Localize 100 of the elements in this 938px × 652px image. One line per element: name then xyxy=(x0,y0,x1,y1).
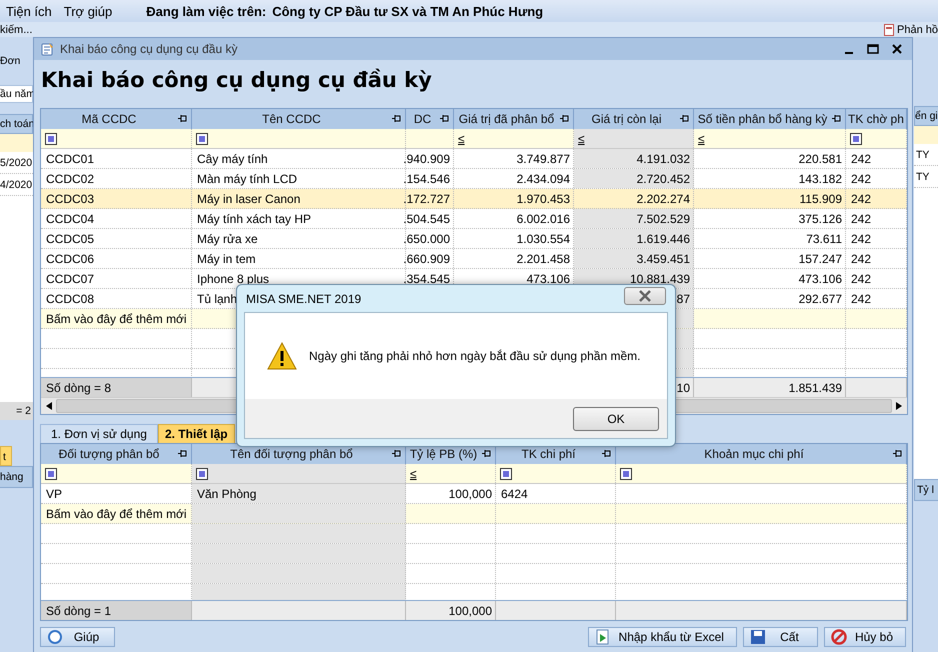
column-header[interactable]: Tên CCDC xyxy=(262,112,321,126)
table-cell: Máy tính xách tay HP xyxy=(197,212,312,226)
table-cell: CCDC08 xyxy=(46,292,94,306)
table-cell: 292.677 xyxy=(798,292,842,306)
filter-operator[interactable]: ≤ xyxy=(698,132,705,146)
pin-icon xyxy=(831,114,842,123)
table-cell: Máy in laser Canon xyxy=(197,192,300,206)
window-title: Khai báo công cụ dụng cụ đầu kỳ xyxy=(60,42,238,56)
table-cell: .650.000 xyxy=(403,232,450,246)
table-cell: 473.106 xyxy=(526,272,570,286)
notepad-icon xyxy=(40,42,54,56)
column-header[interactable]: Mã CCDC xyxy=(82,112,136,126)
table-cell: Iphone 8 plus xyxy=(197,272,270,286)
column-header[interactable]: Đối tượng phân bổ xyxy=(58,447,160,461)
column-header: ển gi xyxy=(914,106,938,126)
ribbon-tab[interactable]: Đơn xyxy=(0,49,33,73)
column-header[interactable]: Giá trị còn lại xyxy=(591,112,662,126)
filter-operator[interactable]: ≤ xyxy=(410,466,417,480)
table-cell: CCDC04 xyxy=(46,212,94,226)
total-value: 1.851.439 xyxy=(788,380,842,394)
table-cell: .154.546 xyxy=(403,172,450,186)
table-cell: 2.201.458 xyxy=(516,252,570,266)
toolbar-button[interactable]: kiếm... xyxy=(0,24,32,36)
dialog-message: Ngày ghi tăng phải nhỏ hơn ngày bắt đầu sử dụng phần mềm. xyxy=(309,349,640,363)
table-cell: CCDC03 xyxy=(46,192,94,206)
column-header[interactable]: DC xyxy=(414,112,432,126)
scroll-right-icon xyxy=(896,402,902,410)
scroll-left-icon xyxy=(46,402,52,410)
spreadsheet-icon xyxy=(594,629,611,645)
menu-item[interactable]: Tiện ích xyxy=(6,4,52,18)
action-button[interactable]: Nhập khẩu từ Excel xyxy=(588,627,737,647)
table-cell: 143.182 xyxy=(798,172,842,186)
tab[interactable]: 1. Đơn vị sử dụng xyxy=(40,424,158,444)
filter-icon xyxy=(500,468,512,480)
add-row-prompt[interactable]: Bấm vào đây để thêm mới xyxy=(46,312,187,326)
table-cell: CCDC06 xyxy=(46,252,94,266)
table-cell: Tủ lạnh xyxy=(197,292,238,306)
filter-operator[interactable]: ≤ xyxy=(458,132,465,146)
filter-icon xyxy=(196,132,208,144)
pin-icon xyxy=(481,449,492,458)
table-cell: 87 xyxy=(676,292,690,306)
table-cell: 3.459.451 xyxy=(636,252,690,266)
close-button[interactable] xyxy=(624,287,666,305)
column-header[interactable]: Tỷ lệ PB (%) xyxy=(410,447,478,461)
table-row[interactable]: CCDC03 Máy in laser Canon .172.727 1.970.453 2.202.274 115.909 242 xyxy=(41,189,907,209)
filter-icon xyxy=(45,468,57,480)
tab[interactable]: t xyxy=(0,446,12,466)
total-value: 10 xyxy=(676,380,690,394)
column-header[interactable]: Số tiền phân bổ hàng kỳ xyxy=(698,112,828,126)
table-cell: CCDC07 xyxy=(46,272,94,286)
table-cell: 100,000 xyxy=(448,486,492,500)
column-header[interactable]: Khoản mục chi phí xyxy=(704,447,804,461)
table-cell: Máy in tem xyxy=(197,252,256,266)
maximize-icon xyxy=(867,44,879,54)
action-button[interactable]: Hủy bỏ xyxy=(824,627,906,647)
warning-icon xyxy=(267,341,297,371)
company-name: Công ty CP Đầu tư SX và TM An Phúc Hưng xyxy=(272,4,544,18)
column-header: hàng xyxy=(0,466,33,488)
ok-button[interactable]: OK xyxy=(573,406,659,430)
table-cell: TY xyxy=(914,144,938,166)
tab[interactable]: 2. Thiết lập xyxy=(158,424,235,444)
filter-cell[interactable]: ≤ xyxy=(406,464,496,483)
filter-icon xyxy=(620,468,632,480)
column-header[interactable]: TK chi phí xyxy=(521,447,576,461)
table-row[interactable]: CCDC05 Máy rửa xe .650.000 1.030.554 1.619.446 73.611 242 xyxy=(41,229,907,249)
table-cell: 242 xyxy=(851,192,872,206)
column-header[interactable]: Tên đối tượng phân bổ xyxy=(230,447,353,461)
table-cell: .504.545 xyxy=(403,212,450,226)
add-row-prompt[interactable]: Bấm vào đây để thêm mới xyxy=(46,506,187,520)
table-cell: 157.247 xyxy=(798,252,842,266)
table-cell: 7.502.529 xyxy=(636,212,690,226)
toolbar-button[interactable]: Phản hồ xyxy=(897,24,938,36)
table-cell: 1.619.446 xyxy=(636,232,690,246)
table-row[interactable]: CCDC04 Máy tính xách tay HP .504.545 6.002.016 7.502.529 375.126 242 xyxy=(41,209,907,229)
table-cell: 242 xyxy=(851,232,872,246)
table-cell: 2.720.452 xyxy=(636,172,690,186)
filter-icon xyxy=(45,132,57,144)
pin-icon xyxy=(601,449,612,458)
table-cell: 242 xyxy=(851,172,872,186)
table-row[interactable]: CCDC01 Cây máy tính .940.909 3.749.877 4.191.032 220.581 242 xyxy=(41,149,907,169)
filter-cell[interactable] xyxy=(192,464,406,483)
filter-cell[interactable]: ≤ xyxy=(574,129,694,148)
filter-operator[interactable]: ≤ xyxy=(578,132,585,146)
table-cell: 242 xyxy=(851,272,872,286)
pin-icon xyxy=(559,114,570,123)
dialog-title: MISA SME.NET 2019 xyxy=(246,292,362,306)
table-cell: 115.909 xyxy=(800,192,842,206)
column-header[interactable]: Giá trị đã phân bổ xyxy=(458,112,554,126)
action-button[interactable]: Cất xyxy=(742,627,818,647)
column-header[interactable]: TK chờ ph xyxy=(848,112,904,126)
action-button[interactable]: Giúp xyxy=(40,627,115,647)
filter-row xyxy=(0,134,33,152)
menu-item[interactable]: Trợ giúp xyxy=(64,4,112,18)
filter-icon xyxy=(196,468,208,480)
pin-icon xyxy=(177,114,188,123)
table-cell: 6.002.016 xyxy=(516,212,570,226)
row-count: = 2 xyxy=(0,402,33,420)
filter-cell[interactable]: ≤ xyxy=(694,129,846,148)
table-row[interactable]: CCDC06 Máy in tem .660.909 2.201.458 3.459.451 157.247 242 xyxy=(41,249,907,269)
table-cell: 242 xyxy=(851,252,872,266)
